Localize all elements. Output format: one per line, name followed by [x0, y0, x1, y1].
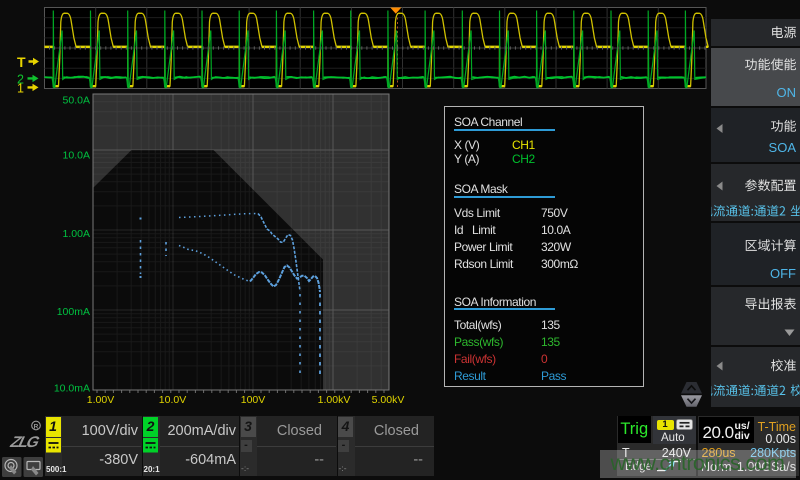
svg-text:ZLG: ZLG — [7, 434, 42, 451]
svg-text:10.0V: 10.0V — [159, 394, 186, 406]
svg-text:50.0A: 50.0A — [63, 94, 90, 106]
svg-text:100V: 100V — [241, 394, 266, 406]
svg-text:1.00A: 1.00A — [63, 228, 90, 240]
svg-text:5.00kV: 5.00kV — [372, 394, 405, 406]
svg-text:T: T — [17, 54, 26, 70]
svg-text:1.00kV: 1.00kV — [318, 394, 351, 406]
svg-text:R: R — [33, 423, 38, 430]
svg-text:100mA: 100mA — [57, 306, 90, 318]
svg-text:10.0A: 10.0A — [63, 149, 90, 161]
svg-text:1: 1 — [17, 82, 24, 96]
svg-text:1.00V: 1.00V — [87, 394, 114, 406]
svg-text:10.0mA: 10.0mA — [54, 382, 90, 394]
